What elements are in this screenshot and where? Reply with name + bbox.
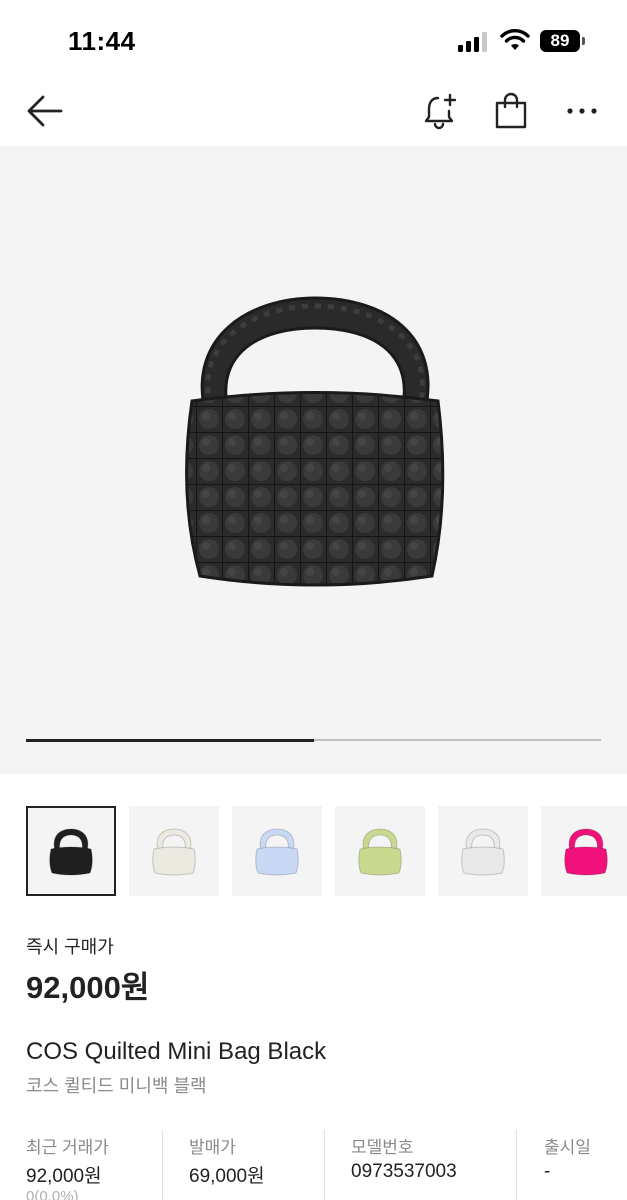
info-value: - (544, 1161, 551, 1182)
thumbnail-bag-image (49, 828, 93, 876)
info-recent-trade[interactable]: 최근 거래가 92,000원 0(0.0%) (0, 1130, 162, 1200)
info-release-date: 출시일 - (516, 1130, 627, 1200)
carousel-progress-bar (26, 738, 601, 742)
battery-tip (582, 37, 585, 45)
status-bar: 11:44 89 (0, 0, 627, 80)
thumbnail-5[interactable] (541, 806, 627, 896)
info-value: 92,000원 (26, 1166, 102, 1187)
product-image-carousel[interactable] (0, 146, 627, 774)
thumbnail-bag-image (152, 828, 196, 876)
bell-plus-icon[interactable] (422, 92, 460, 132)
info-sub: 0(0.0%) (26, 1188, 79, 1200)
battery-level: 89 (540, 30, 580, 52)
shopping-bag-icon[interactable] (493, 92, 529, 130)
price-value: 92,000원 (26, 970, 150, 1005)
status-time: 11:44 (68, 26, 136, 56)
thumbnail-2[interactable] (232, 806, 322, 896)
info-label: 최근 거래가 (26, 1138, 109, 1157)
product-info-row: 최근 거래가 92,000원 0(0.0%) 발매가 69,000원 모델번호 … (0, 1130, 627, 1200)
thumbnail-bag-image (255, 828, 299, 876)
thumbnail-bag-image (564, 828, 608, 876)
arrow-left-icon[interactable] (26, 94, 64, 128)
nav-bar (0, 80, 627, 146)
wifi-icon (500, 29, 530, 50)
carousel-progress-fill (26, 738, 314, 742)
product-image (185, 296, 445, 587)
info-label: 발매가 (189, 1138, 236, 1157)
thumbnail-0[interactable] (26, 806, 116, 896)
product-name-en: COS Quilted Mini Bag Black (26, 1038, 327, 1065)
info-value: 69,000원 (189, 1166, 265, 1187)
thumbnail-bag-image (461, 828, 505, 876)
thumbnail-bag-image (358, 828, 402, 876)
product-name-ko: 코스 퀼티드 미니백 블랙 (26, 1076, 207, 1096)
thumbnail-4[interactable] (438, 806, 528, 896)
more-horizontal-icon[interactable] (564, 96, 600, 126)
thumbnail-strip (26, 806, 627, 896)
info-value: 0973537003 (351, 1161, 457, 1182)
info-release-price: 발매가 69,000원 (162, 1130, 324, 1200)
info-label: 모델번호 (351, 1138, 414, 1157)
thumbnail-1[interactable] (129, 806, 219, 896)
thumbnail-3[interactable] (335, 806, 425, 896)
signal-icon (458, 32, 487, 52)
price-label: 즉시 구매가 (26, 937, 114, 957)
info-label: 출시일 (544, 1138, 591, 1157)
info-model-number: 모델번호 0973537003 (324, 1130, 516, 1200)
